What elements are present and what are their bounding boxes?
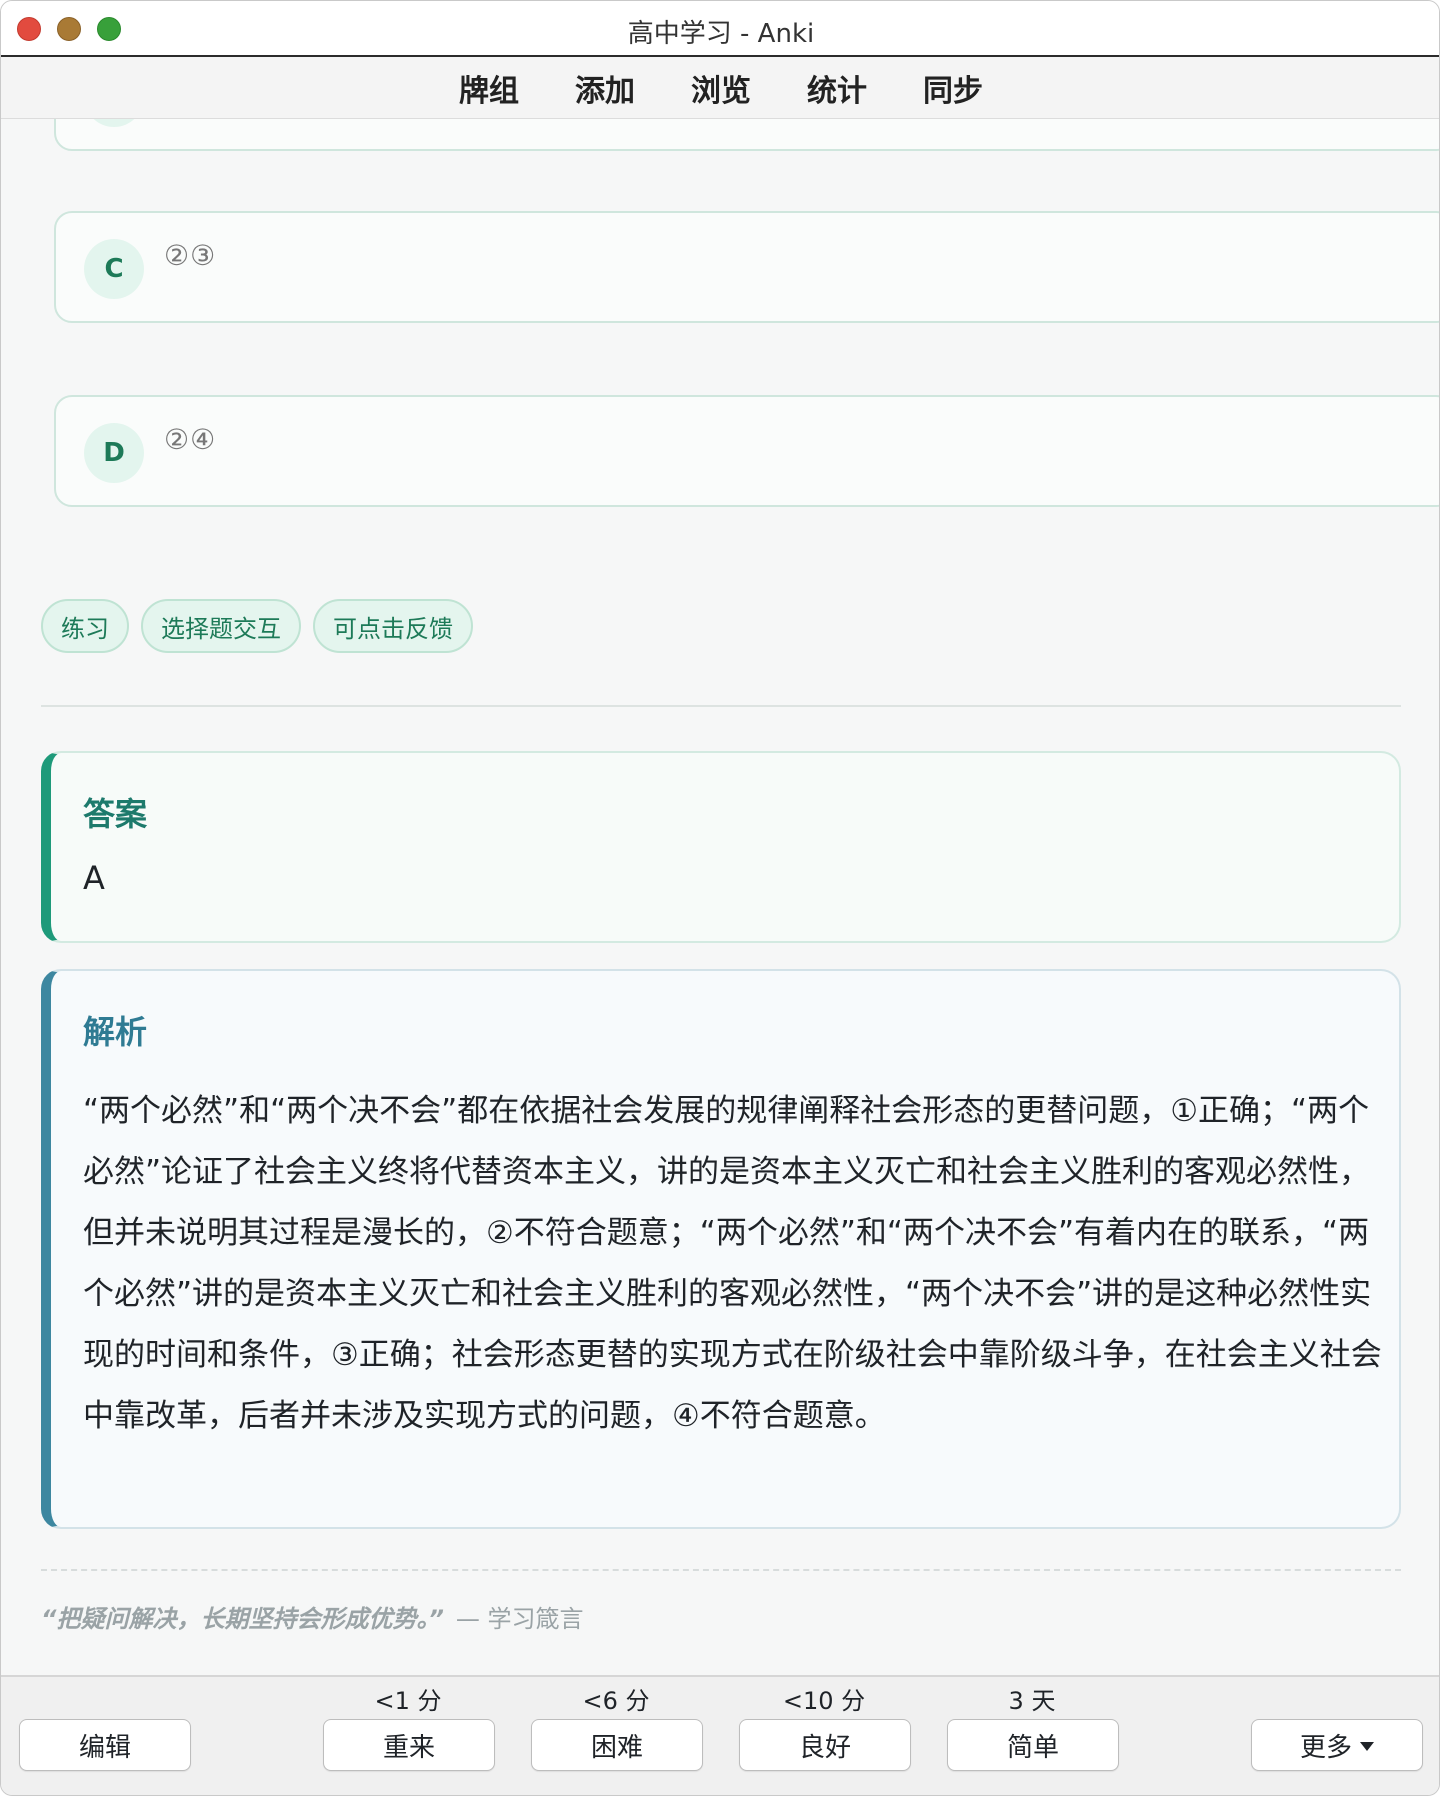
- answer-heading: 答案: [83, 795, 148, 833]
- option-text: ②③: [164, 239, 217, 272]
- motto-quote: “把疑问解决，长期坚持会形成优势。” — 学习箴言: [41, 1599, 584, 1634]
- again-interval: <1 分: [374, 1687, 442, 1715]
- edit-button-label: 编辑: [78, 1732, 131, 1763]
- option-card-c[interactable]: C ②③: [54, 211, 1439, 323]
- answer-value: A: [83, 859, 105, 897]
- toolbar-sync[interactable]: 同步: [923, 66, 983, 110]
- tag: 练习: [41, 599, 129, 653]
- quote-source: — 学习箴言: [455, 1605, 584, 1633]
- good-interval: <10 分: [782, 1687, 866, 1715]
- answer-panel: 答案 A: [41, 751, 1401, 943]
- hard-button[interactable]: 困难: [531, 1719, 703, 1771]
- card-content: C ②③ D ②④ 练习 选择题交互 可点击反馈 答案 A 解析 “两个必然”和…: [1, 119, 1439, 1675]
- toolbar-add[interactable]: 添加: [575, 66, 635, 110]
- toolbar-decks[interactable]: 牌组: [459, 66, 519, 110]
- hard-interval: <6 分: [582, 1687, 650, 1715]
- good-button[interactable]: 良好: [739, 1719, 911, 1771]
- hard-button-label: 困难: [590, 1732, 643, 1763]
- more-button[interactable]: 更多: [1251, 1719, 1423, 1771]
- more-button-label: 更多: [1299, 1732, 1352, 1763]
- analysis-panel: 解析 “两个必然”和“两个决不会”都在依据社会发展的规律阐释社会形态的更替问题，…: [41, 969, 1401, 1529]
- option-card-b[interactable]: [54, 119, 1439, 151]
- again-button-label: 重来: [382, 1732, 435, 1763]
- anki-window: 高中学习 - Anki 牌组 添加 浏览 统计 同步 C ②③ D ②④ 练习 …: [0, 0, 1440, 1796]
- title-bar: 高中学习 - Anki: [1, 1, 1439, 57]
- good-button-label: 良好: [798, 1732, 851, 1763]
- option-letter-badge: D: [84, 423, 144, 483]
- easy-interval: 3 天: [1008, 1687, 1056, 1715]
- quote-text: “把疑问解决，长期坚持会形成优势。”: [41, 1605, 444, 1633]
- option-letter-badge: C: [84, 239, 144, 299]
- tag-list: 练习 选择题交互 可点击反馈: [41, 599, 473, 653]
- again-button[interactable]: 重来: [323, 1719, 495, 1771]
- option-letter-badge: [84, 119, 144, 127]
- option-card-d[interactable]: D ②④: [54, 395, 1439, 507]
- dashed-divider: [41, 1569, 1401, 1571]
- section-divider: [41, 705, 1401, 707]
- toolbar-browse[interactable]: 浏览: [691, 66, 751, 110]
- option-text: ②④: [164, 423, 217, 456]
- window-title: 高中学习 - Anki: [627, 19, 815, 49]
- toolbar-stats[interactable]: 统计: [807, 66, 867, 110]
- analysis-text: “两个必然”和“两个决不会”都在依据社会发展的规律阐释社会形态的更替问题，①正确…: [83, 1093, 1382, 1434]
- edit-button[interactable]: 编辑: [19, 1719, 191, 1771]
- main-toolbar: 牌组 添加 浏览 统计 同步: [1, 57, 1439, 119]
- chevron-down-icon: [1360, 1741, 1374, 1751]
- tag: 选择题交互: [141, 599, 301, 653]
- easy-button-label: 简单: [1006, 1732, 1059, 1763]
- easy-button[interactable]: 简单: [947, 1719, 1119, 1771]
- tag: 可点击反馈: [313, 599, 473, 653]
- review-bottom-bar: 编辑 <1 分 重来 <6 分 困难 <10 分 良好 3 天 简单 更多: [1, 1675, 1439, 1795]
- analysis-heading: 解析: [83, 1013, 148, 1051]
